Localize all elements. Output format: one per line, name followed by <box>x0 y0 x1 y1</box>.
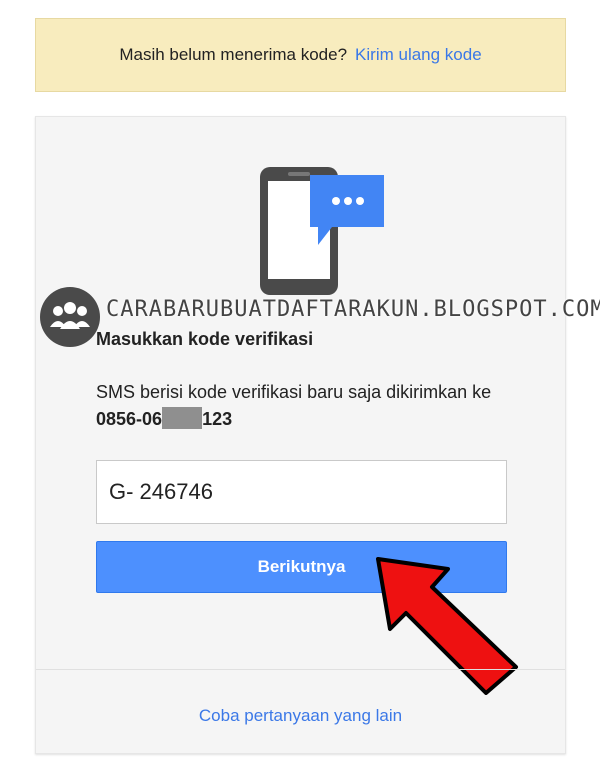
people-group-icon <box>40 287 100 347</box>
verification-code-input[interactable] <box>96 460 507 524</box>
red-arrow-annotation <box>376 557 518 695</box>
description-text: SMS berisi kode verifikasi baru saja dik… <box>96 382 492 402</box>
sms-description: SMS berisi kode verifikasi baru saja dik… <box>96 379 516 433</box>
resend-code-link[interactable]: Kirim ulang kode <box>355 45 482 65</box>
divider <box>36 669 565 670</box>
phone-prefix: 0856-06 <box>96 409 163 429</box>
phone-sms-icon <box>260 167 384 295</box>
page-title: Masukkan kode verifikasi <box>96 329 314 349</box>
watermark-text: CARABARUBUATDAFTARAKUN.BLOGSPOT.COM <box>106 297 600 322</box>
verification-card: CARABARUBUATDAFTARAKUN.BLOGSPOT.COM Masu… <box>35 116 600 754</box>
phone-suffix: 123 <box>202 409 233 429</box>
try-another-question-link[interactable]: Coba pertanyaan yang lain <box>36 706 565 726</box>
banner-message: Masih belum menerima kode? <box>119 45 348 64</box>
phone-number: 0856-06 123 <box>96 407 233 429</box>
redaction-block <box>162 407 203 429</box>
resend-banner: Masih belum menerima kode? Kirim ulang k… <box>35 18 566 92</box>
